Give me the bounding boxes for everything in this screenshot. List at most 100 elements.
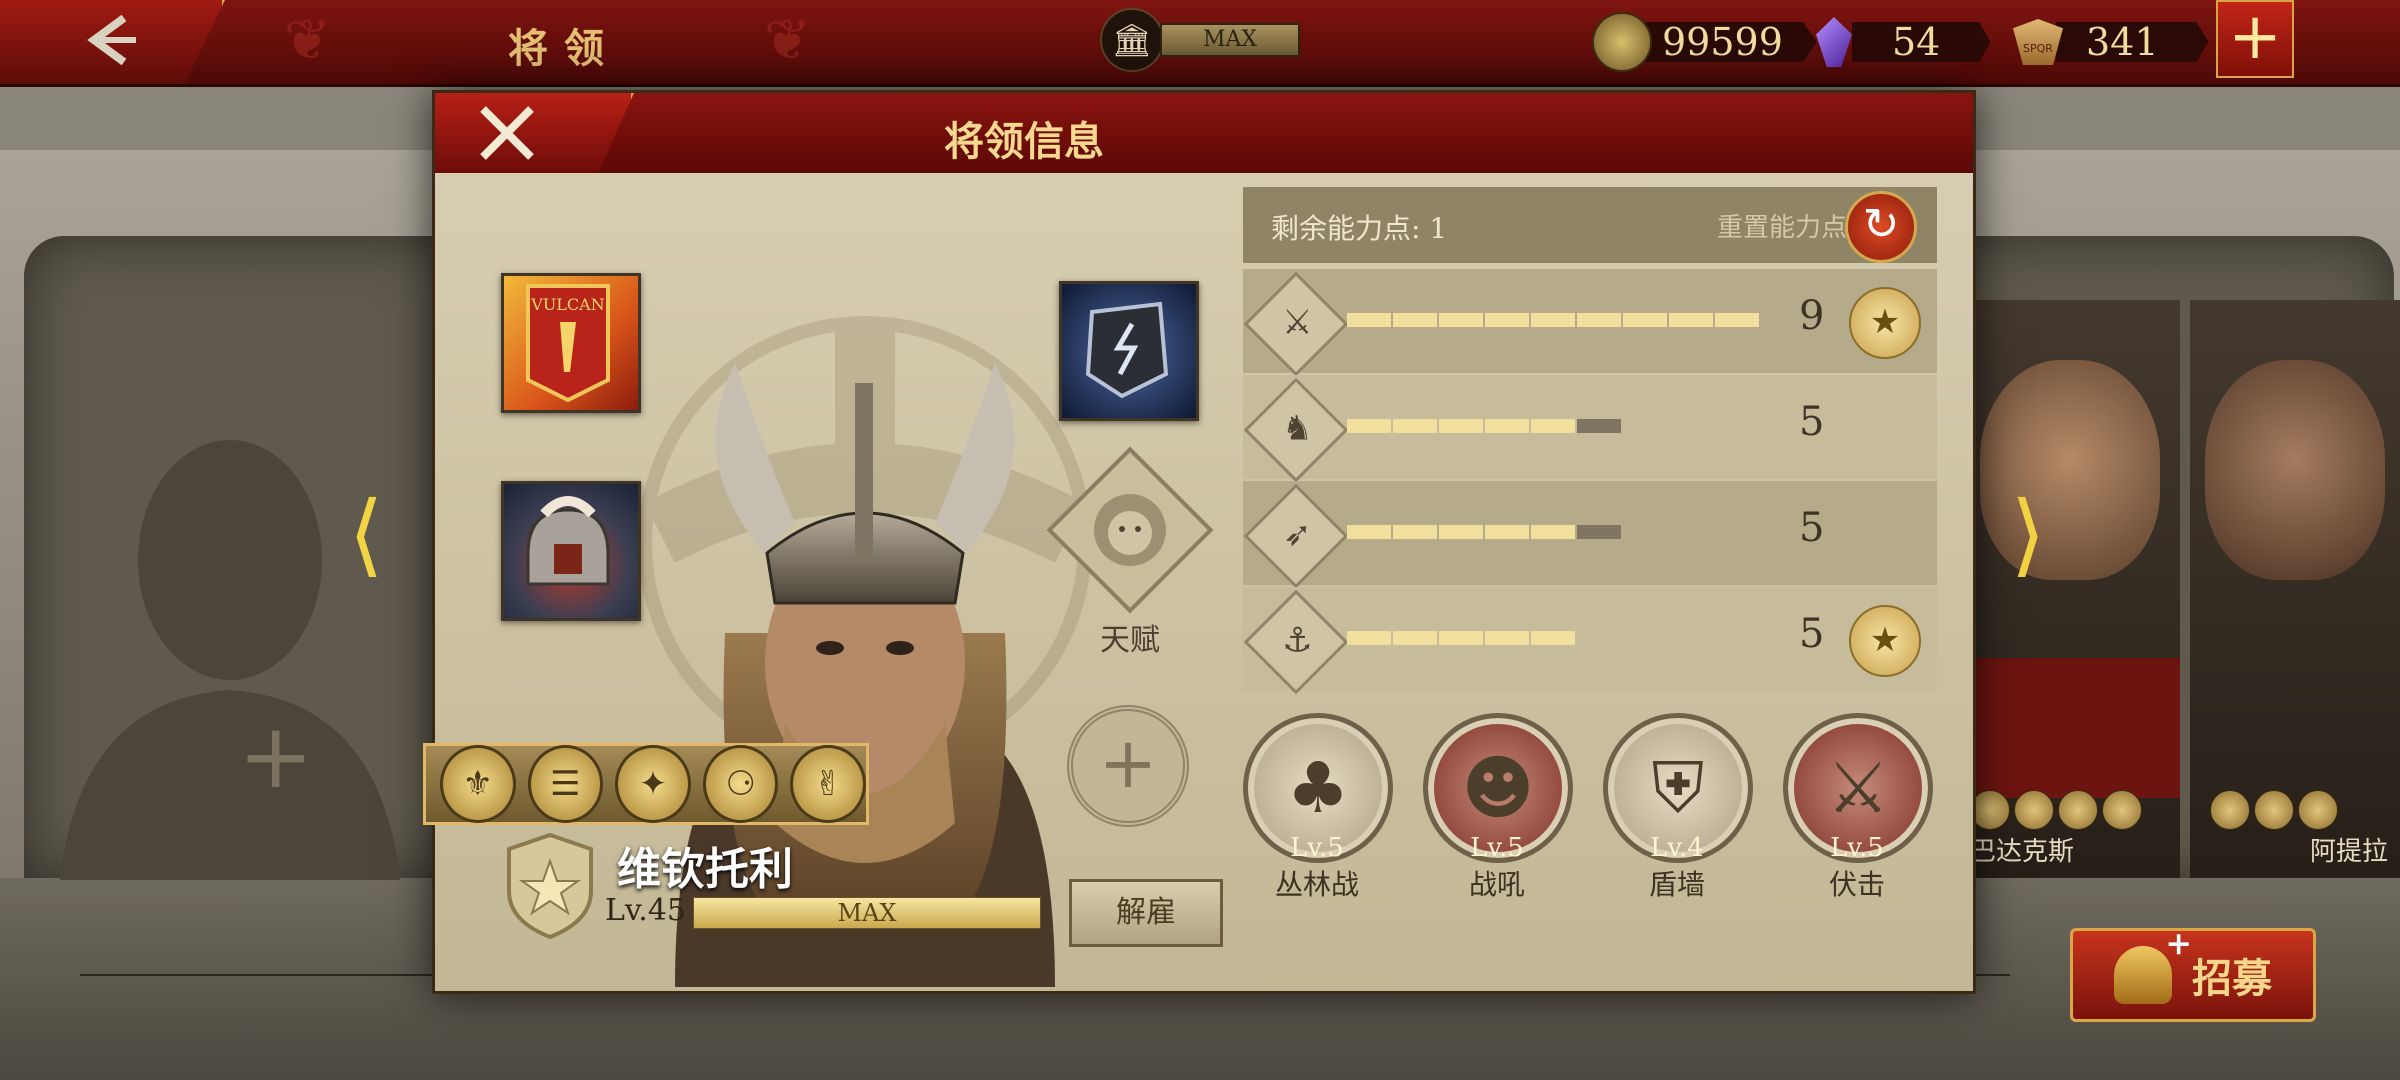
add-skill-slot-button[interactable]: + [1067,705,1189,827]
coin-icon [2210,790,2250,830]
next-general-arrow-icon[interactable]: ⟩ [1998,490,2058,580]
skill-icon[interactable]: ✦ [615,745,691,823]
shield-equipment-slot[interactable] [1059,281,1199,421]
skill-name: 伏击 [1828,868,1885,901]
lion-head-icon [1094,494,1166,566]
spqr-value: 341 [2056,22,2209,62]
top-bar: ❦ 将领 ❦ 🏛 MAX 99599 54 341 + [0,0,2400,87]
gem-icon [1806,14,1862,70]
stat-pip [1393,419,1437,433]
talent-label: 天赋 [1100,623,1160,658]
stat-pip [1347,525,1391,539]
horse-icon: ♞ [1243,377,1349,483]
skill-name: 丛林战 [1274,868,1359,901]
general-info-dialog: 将领信息 VULCAN 天赋 + ⚜ ☰ ✦ ⚆ ✌ 维钦托利 Lv.45 MA… [423,90,1976,994]
recruit-button[interactable]: 招募 [2070,924,2316,1022]
add-general-icon[interactable]: + [238,712,313,802]
stat-pip [1715,313,1759,327]
coin-icon [2058,790,2098,830]
stat-pip [1623,313,1667,327]
stat-pip [1347,313,1391,327]
stat-pip [1577,313,1621,327]
dismiss-button[interactable]: 解雇 [1069,879,1223,947]
temple-icon: 🏛 [1100,8,1164,72]
stat-row[interactable]: ⚔ 9 ★ [1243,269,1937,377]
stat-row[interactable]: ⚓ 5 ★ [1243,587,1937,695]
add-resource-button[interactable]: + [2216,0,2294,78]
building-level[interactable]: 🏛 MAX [1100,8,1300,72]
skill-medallion[interactable]: ☻ Lv.5 战吼 [1423,713,1573,903]
skill-icon[interactable]: ☰ [527,745,604,823]
gold-value: 99599 [1642,22,1817,62]
exp-bar: MAX [693,897,1041,929]
skill-level: Lv.5 [1470,833,1524,863]
stat-pip [1439,631,1483,645]
star-medal-icon[interactable]: ★ [1849,605,1921,677]
stat-bar [1347,313,1759,327]
dialog-title: 将领信息 [944,118,1104,165]
remaining-points: 剩余能力点: 1 [1271,212,1448,245]
reset-points-button[interactable]: ↻ [1845,191,1917,263]
skill-icon[interactable]: ⚜ [440,745,516,823]
reset-points-label: 重置能力点 [1716,213,1847,243]
laurel-icon: ❦ [284,8,331,73]
stat-bar [1347,631,1575,645]
scarf [1960,658,2180,798]
stat-pip [1669,313,1713,327]
skill-coins [1970,790,2142,830]
skill-level: Lv.5 [1290,833,1344,863]
prev-general-arrow-icon[interactable]: ⟨ [336,490,396,580]
vulcan-banner-icon: VULCAN [526,284,610,403]
stat-pip [1439,313,1483,327]
helmet-plus-icon [2114,924,2192,1004]
stat-pip [1485,419,1529,433]
armor-equipment-slot[interactable] [501,481,641,621]
skill-level: Lv.4 [1650,833,1704,863]
skill-name: 盾墙 [1648,868,1705,901]
stat-pip [1439,525,1483,539]
stat-pip [1531,631,1575,645]
star-medal-icon[interactable]: ★ [1849,287,1921,359]
bow-icon: ➶ [1243,483,1349,589]
stat-pip [1531,419,1575,433]
svg-text:VULCAN: VULCAN [530,295,604,314]
dialog-header: 将领信息 [435,93,1973,173]
stat-row[interactable]: ➶ 5 [1243,481,1937,589]
stat-pip [1485,525,1529,539]
skill-medallion[interactable]: ⚔ Lv.5 伏击 [1783,713,1933,903]
gem-value: 54 [1852,22,1991,62]
stat-pip [1393,313,1437,327]
skill-name: 战吼 [1468,868,1525,901]
gold-resource[interactable]: 99599 [1592,12,1817,72]
gem-resource[interactable]: 54 [1806,12,1991,72]
gold-coin-icon [1592,12,1652,72]
laurel-icon: ❦ [764,8,811,73]
skill-icon[interactable]: ✌ [790,745,866,823]
general-card-left[interactable]: 巴达克斯 [1960,300,2180,878]
skill-medallion[interactable]: ⛨ Lv.4 盾墙 [1603,713,1753,903]
general-name: 维钦托利 [617,844,793,895]
back-arrow-icon [87,14,136,66]
coin-icon [2298,790,2338,830]
skill-medallion[interactable]: ♣ Lv.5 丛林战 [1243,713,1393,903]
skill-coins [2210,790,2338,830]
banner-equipment-slot[interactable]: VULCAN [501,273,641,413]
back-button[interactable] [0,0,225,84]
skill-icon[interactable]: ⚆ [702,745,779,823]
card-name: 巴达克斯 [1970,837,2075,867]
general-level: Lv.45 [605,893,687,928]
stat-pip [1347,419,1391,433]
stat-value: 9 [1799,293,1825,339]
rank-star-badge-icon [507,832,593,940]
general-portrait [2205,360,2385,580]
stat-value: 5 [1799,611,1825,657]
stat-value: 5 [1799,399,1825,445]
stat-pip [1347,631,1391,645]
helmet-armor-icon [526,496,610,586]
stat-pip [1439,419,1483,433]
general-card-right[interactable]: 阿提拉 [2190,300,2400,878]
coin-icon [2014,790,2054,830]
stat-row[interactable]: ♞ 5 [1243,375,1937,483]
stat-pip [1393,631,1437,645]
spqr-resource[interactable]: 341 [2010,12,2209,72]
